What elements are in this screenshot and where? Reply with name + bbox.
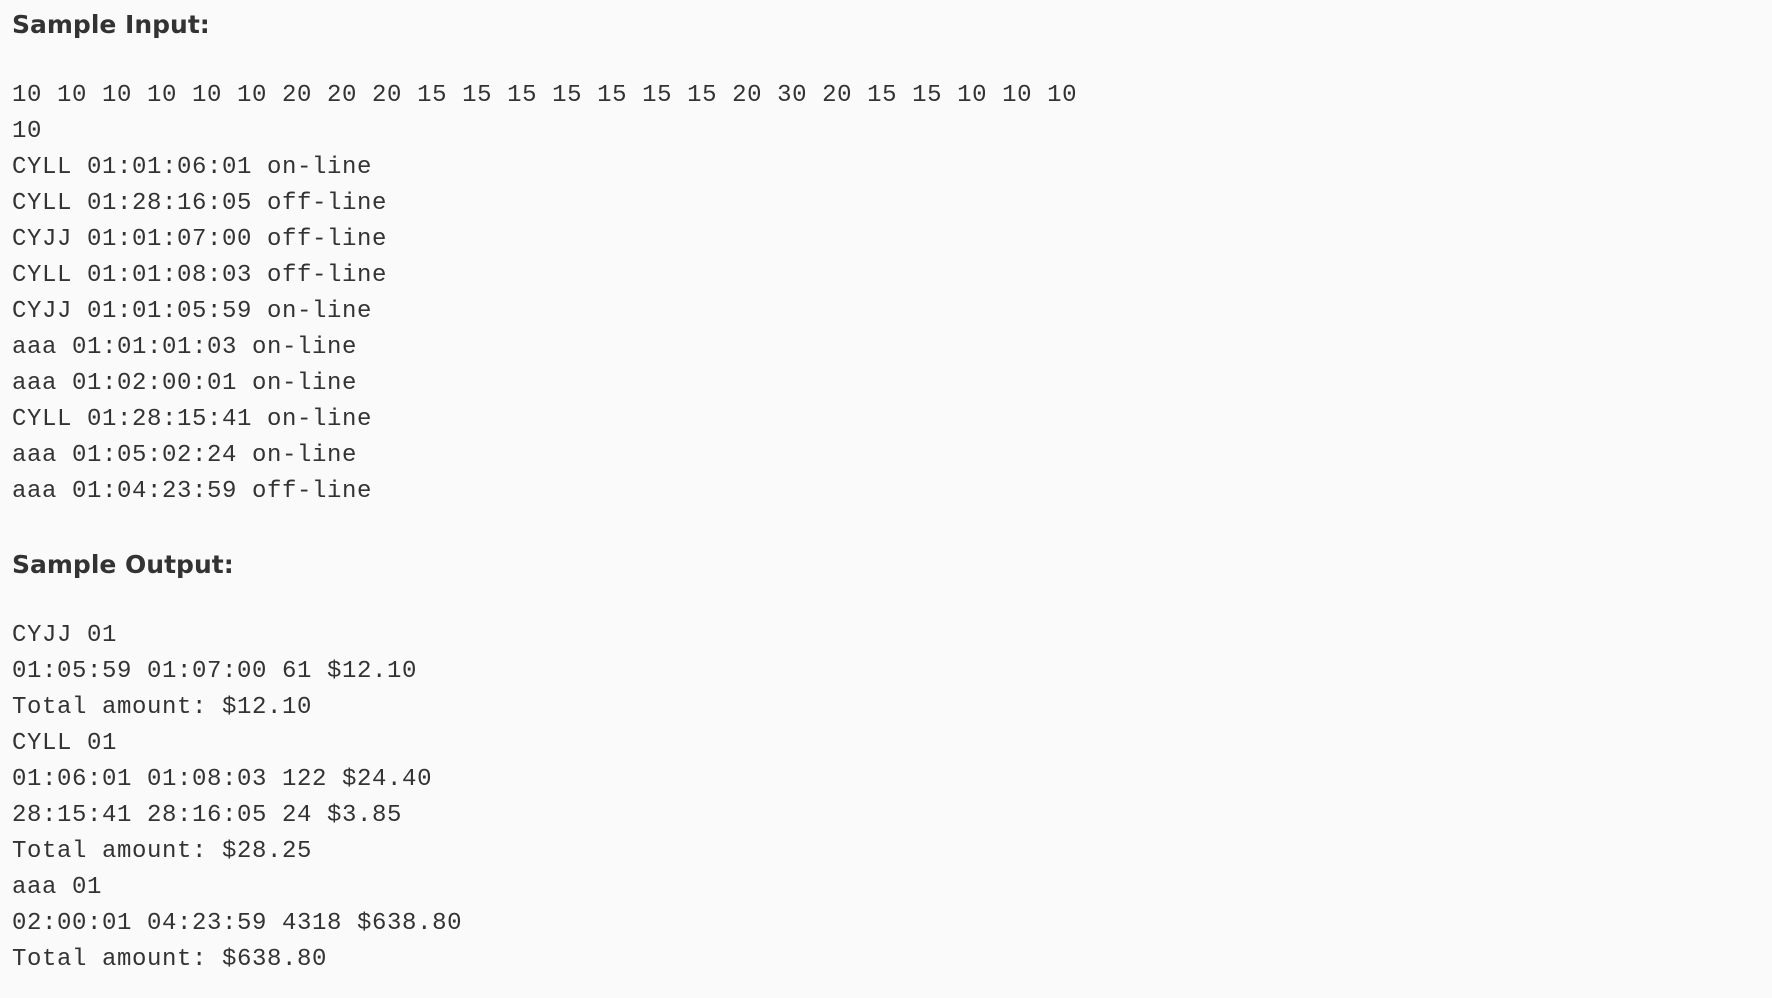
sample-input-line: aaa 01:05:02:24 on-line	[12, 442, 358, 469]
sample-input-line: 10	[12, 118, 43, 145]
sample-output-line: Total amount: $12.10	[12, 694, 313, 721]
sample-input-line: aaa 01:01:01:03 on-line	[12, 334, 358, 361]
sample-input-heading: Sample Input:	[12, 10, 210, 39]
sample-input-line: CYLL 01:28:15:41 on-line	[12, 406, 373, 433]
sample-output-heading: Sample Output:	[12, 550, 234, 579]
sample-output-line: 28:15:41 28:16:05 24 $3.85	[12, 802, 403, 829]
sample-output-line: 01:06:01 01:08:03 122 $24.40	[12, 766, 433, 793]
sample-output-code-block: CYJJ 01 01:05:59 01:07:00 61 $12.10 Total …	[12, 618, 462, 978]
sample-output-line: 01:05:59 01:07:00 61 $12.10	[12, 658, 418, 685]
sample-input-line: aaa 01:04:23:59 off-line	[12, 478, 373, 505]
sample-output-line: Total amount: $638.80	[12, 946, 328, 973]
sample-input-line: 10 10 10 10 10 10 20 20 20 15 15 15 15 1…	[12, 82, 1078, 109]
sample-output-line: aaa 01	[12, 874, 103, 901]
sample-input-line: CYLL 01:01:06:01 on-line	[12, 154, 373, 181]
sample-input-code-block: 10 10 10 10 10 10 20 20 20 15 15 15 15 1…	[12, 78, 1077, 510]
sample-input-line: CYLL 01:01:08:03 off-line	[12, 262, 388, 289]
sample-input-line: aaa 01:02:00:01 on-line	[12, 370, 358, 397]
sample-input-line: CYJJ 01:01:07:00 off-line	[12, 226, 388, 253]
sample-input-line: CYJJ 01:01:05:59 on-line	[12, 298, 373, 325]
sample-output-line: 02:00:01 04:23:59 4318 $638.80	[12, 910, 463, 937]
sample-output-line: Total amount: $28.25	[12, 838, 313, 865]
sample-input-line: CYLL 01:28:16:05 off-line	[12, 190, 388, 217]
sample-output-line: CYLL 01	[12, 730, 118, 757]
sample-output-line: CYJJ 01	[12, 622, 118, 649]
problem-samples-document: Sample Input: 10 10 10 10 10 10 20 20 20…	[12, 0, 1760, 998]
